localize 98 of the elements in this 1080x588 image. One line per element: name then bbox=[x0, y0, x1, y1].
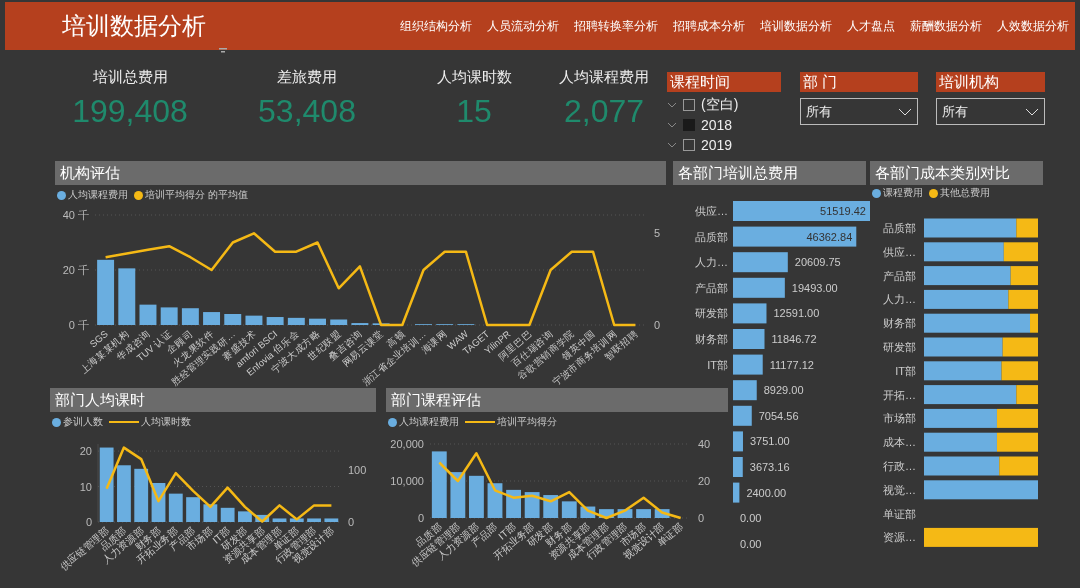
category-label: 供应… bbox=[695, 205, 728, 217]
legend-item: 培训平均得分 的平均值 bbox=[134, 188, 248, 202]
axis-label: 5 bbox=[654, 227, 661, 240]
chevron-icon[interactable] bbox=[667, 122, 677, 128]
kpi-value: 53,408 bbox=[258, 93, 356, 130]
legend-item: 其他总费用 bbox=[929, 186, 990, 200]
axis-label: 10 bbox=[79, 480, 92, 493]
axis-label: 0 bbox=[698, 512, 705, 524]
axis-label: 20,000 bbox=[390, 438, 424, 450]
axis-label: 20 千 bbox=[62, 264, 89, 276]
data-label: 3673.16 bbox=[749, 461, 790, 473]
data-label: 8929.00 bbox=[763, 384, 804, 397]
legend-item: 人均课程费用 bbox=[57, 188, 128, 202]
nav-link[interactable]: 招聘成本分析 bbox=[673, 17, 745, 35]
axis-label: 100 bbox=[348, 464, 367, 476]
axis-label: 10,000 bbox=[390, 475, 424, 487]
category-label: 研发部 bbox=[883, 341, 916, 353]
axis-label: 0 千 bbox=[68, 319, 89, 331]
checkbox[interactable] bbox=[683, 139, 695, 151]
data-label: 3751.00 bbox=[749, 435, 790, 448]
nav-link[interactable]: 薪酬数据分析 bbox=[910, 17, 982, 35]
data-label: 0.00 bbox=[740, 537, 762, 550]
kpi-value: 15 bbox=[456, 93, 492, 130]
data-label: 2400.00 bbox=[746, 486, 787, 499]
axis-label: 40 bbox=[698, 438, 711, 450]
axis-label: 0 bbox=[348, 516, 355, 528]
category-label: 财务部 bbox=[883, 317, 916, 330]
chevron-down-icon bbox=[1025, 107, 1039, 116]
nav-link[interactable]: 人员流动分析 bbox=[487, 17, 559, 35]
nav-link[interactable]: 人才盘点 bbox=[847, 17, 895, 35]
panel-title: 部门人均课时 bbox=[50, 388, 376, 412]
nav-link[interactable]: 培训数据分析 bbox=[760, 17, 832, 35]
checkbox-label: 2019 bbox=[701, 137, 733, 153]
slicer-title: 培训机构 bbox=[936, 72, 1045, 92]
page-title: 培训数据分析 bbox=[62, 11, 206, 41]
panel-title: 机构评估 bbox=[55, 161, 666, 185]
legend-item: 人均课程费用 bbox=[388, 415, 459, 429]
chevron-down-icon bbox=[898, 107, 912, 116]
kpi-label: 人均课时数 bbox=[436, 68, 512, 87]
panel-title: 各部门成本类别对比 bbox=[870, 161, 1043, 185]
data-label: 7054.56 bbox=[758, 409, 799, 422]
data-label: 12591.00 bbox=[773, 307, 820, 320]
category-label: 单证部 bbox=[883, 507, 916, 520]
nav-link[interactable]: 组织结构分析 bbox=[400, 17, 472, 35]
kpi-value: 199,408 bbox=[72, 93, 188, 130]
legend-item: 课程费用 bbox=[872, 186, 923, 200]
checkbox[interactable] bbox=[683, 119, 695, 131]
category-label: 市场部 bbox=[883, 412, 916, 425]
axis-label: 20 bbox=[698, 475, 711, 487]
category-label: IT部 bbox=[707, 358, 728, 371]
kpi-label: 培训总费用 bbox=[92, 68, 168, 87]
checkbox-label: (空白) bbox=[701, 96, 739, 114]
panel-title: 部门课程评估 bbox=[386, 388, 728, 412]
category-label: 人力… bbox=[695, 256, 728, 269]
category-label: IT部 bbox=[895, 364, 916, 377]
kpi-label: 人均课程费用 bbox=[559, 68, 649, 87]
axis-label: 20 bbox=[79, 445, 92, 458]
nav-link[interactable]: 人效数据分析 bbox=[997, 17, 1069, 35]
panel-title: 各部门培训总费用 bbox=[673, 161, 866, 185]
data-label: 11177.12 bbox=[769, 358, 814, 371]
category-label: 产品部 bbox=[883, 269, 916, 282]
category-label: 品质部 bbox=[883, 222, 916, 234]
category-label: 开拓… bbox=[883, 388, 916, 401]
category-label: 研发部 bbox=[695, 307, 728, 320]
kpi-value: 2,077 bbox=[563, 93, 645, 130]
category-label: 成本… bbox=[883, 436, 916, 449]
category-label: 产品部 bbox=[695, 281, 728, 294]
legend-item: 参训人数 bbox=[52, 415, 103, 429]
axis-label: 0 bbox=[85, 516, 92, 528]
data-label: 0.00 bbox=[740, 512, 762, 525]
checkbox[interactable] bbox=[683, 99, 695, 111]
chevron-icon[interactable] bbox=[667, 102, 677, 108]
kpi-label: 差旅费用 bbox=[277, 68, 337, 87]
category-label: 资源… bbox=[883, 531, 916, 544]
axis-label: 0 bbox=[417, 512, 424, 524]
legend-item: 人均课时数 bbox=[109, 415, 191, 429]
category-label: 品质部 bbox=[695, 230, 728, 243]
category-label: 人力… bbox=[883, 293, 916, 306]
category-label: 供应… bbox=[883, 245, 916, 258]
category-label: 财务部 bbox=[695, 333, 728, 345]
data-label: 46362.84 bbox=[806, 230, 853, 243]
axis-label: 40 千 bbox=[62, 209, 89, 221]
slicer-title: 课程时间 bbox=[667, 72, 781, 92]
data-label: 51519.42 bbox=[820, 205, 866, 217]
slicer-title: 部 门 bbox=[800, 72, 918, 92]
nav-link[interactable]: 招聘转换率分析 bbox=[574, 17, 658, 35]
data-label: 20609.75 bbox=[794, 256, 841, 269]
data-label: 19493.00 bbox=[791, 281, 838, 294]
axis-label: 0 bbox=[654, 319, 661, 331]
dropdown[interactable]: 所有 bbox=[800, 98, 918, 125]
category-label: 行政… bbox=[883, 460, 916, 472]
chevron-icon[interactable] bbox=[667, 142, 677, 148]
dropdown[interactable]: 所有 bbox=[936, 98, 1045, 125]
legend-item: 培训平均得分 bbox=[465, 415, 557, 429]
grip-icon[interactable] bbox=[219, 48, 227, 54]
checkbox-label: 2018 bbox=[701, 117, 733, 133]
data-label: 11846.72 bbox=[771, 333, 817, 345]
category-label: 视觉… bbox=[883, 483, 916, 496]
